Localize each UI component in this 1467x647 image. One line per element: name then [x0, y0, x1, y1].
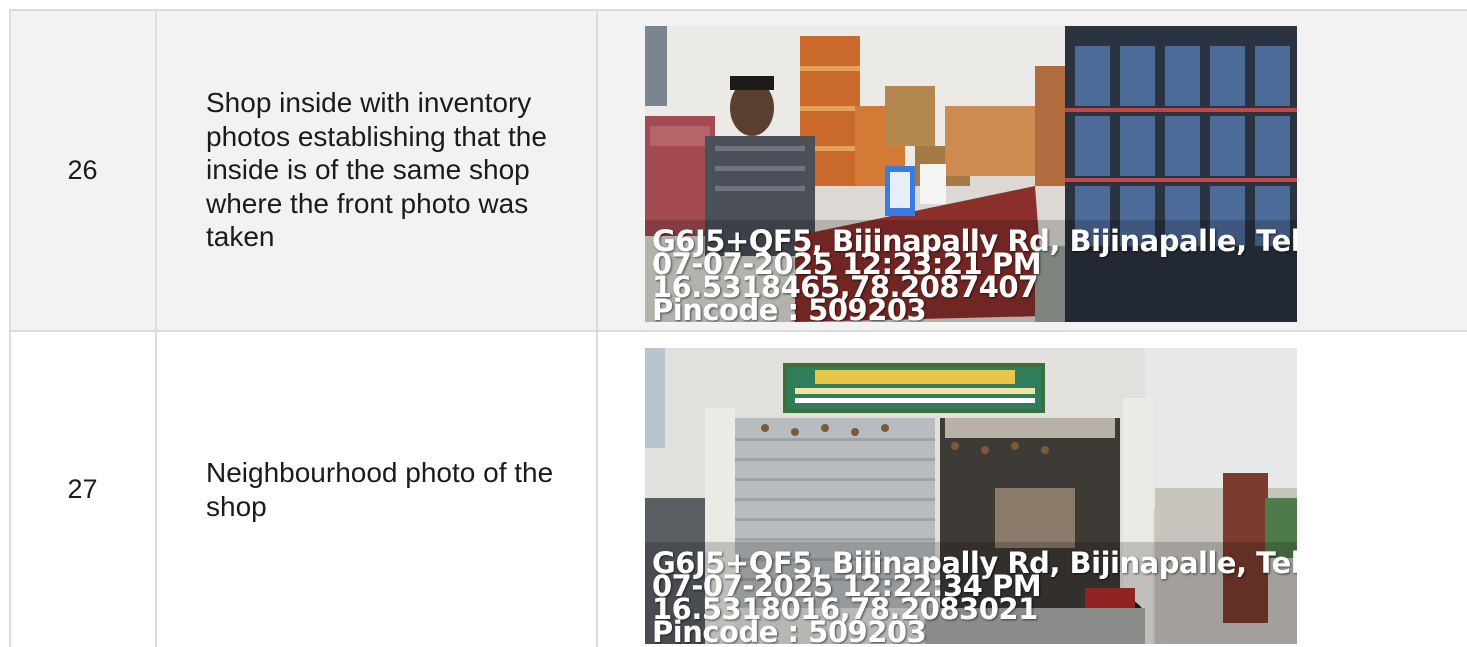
table-border-row-divider	[10, 330, 1467, 332]
description-cell: Neighbourhood photo of the shop	[206, 456, 554, 522]
photo-geo-stamp: G6J5+QF5, Bijinapally Rd, Bijinapalle, T…	[652, 549, 1297, 645]
serial-number-cell: 27	[67, 474, 98, 504]
photo-geo-stamp: G6J5+QF5, Bijinapally Rd, Bijinapalle, T…	[652, 227, 1297, 323]
serial-number-cell: 26	[67, 154, 98, 185]
table-border-column-2	[596, 9, 598, 647]
shop-inside-photo: G6J5+QF5, Bijinapally Rd, Bijinapalle, T…	[645, 26, 1297, 322]
description-cell: Shop inside with inventory photos establ…	[206, 87, 547, 253]
table-border-left	[9, 9, 11, 647]
table-border-top	[10, 9, 1467, 11]
neighbourhood-photo: G6J5+QF5, Bijinapally Rd, Bijinapalle, T…	[645, 348, 1297, 644]
table-border-column-1	[155, 9, 157, 647]
